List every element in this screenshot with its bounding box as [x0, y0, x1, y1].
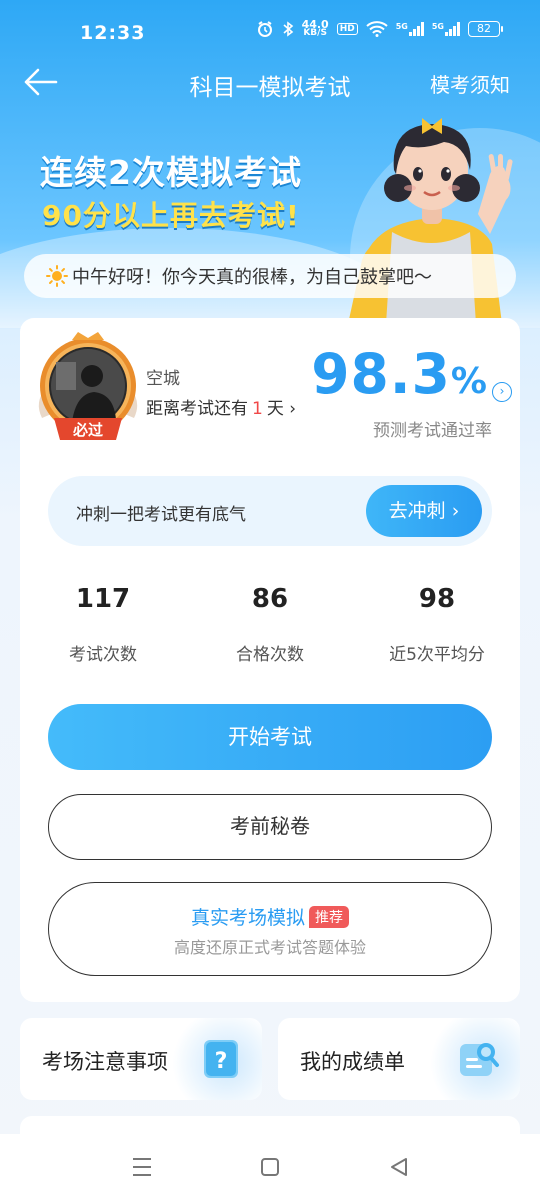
pre-exam-secret-paper-button[interactable]: 考前秘卷 [48, 794, 492, 860]
stats-row: 117 考试次数 86 合格次数 98 近5次平均分 [20, 584, 520, 674]
top-nav: 科目一模拟考试 模考须知 [0, 60, 540, 106]
status-bar: 12:33 44.0 KB/S HD 5G 5G 82 [0, 0, 540, 64]
hero-subheadline: 90分以上再去考试! [42, 199, 300, 232]
sprint-button[interactable]: 去冲刺 › [366, 485, 482, 537]
svg-text:?: ? [215, 1049, 228, 1074]
pass-rate-value[interactable]: 98.3% [311, 342, 488, 406]
bluetooth-icon [283, 21, 293, 37]
hero-headline: 连续2次模拟考试 [40, 153, 302, 192]
exam-notes-label: 考场注意事项 [42, 1050, 168, 1074]
recommend-tag: 推荐 [309, 905, 349, 928]
hd-icon: HD [336, 23, 358, 35]
user-name: 空城 [146, 369, 180, 389]
pass-badge-text: 必过 [72, 421, 103, 439]
pass-rate-label: 预测考试通过率 [373, 421, 492, 441]
signal-icon-1: 5G [396, 22, 424, 36]
my-report-label: 我的成绩单 [300, 1050, 405, 1074]
greeting-text: 中午好呀！你今天真的很棒，为自己鼓掌吧～ [72, 267, 432, 288]
pass-rate-info-icon[interactable]: › [492, 382, 512, 402]
sprint-text: 冲刺一把考试更有底气 [76, 505, 246, 525]
real-exam-simulation-button[interactable]: 真实考场模拟 推荐 高度还原正式考试答题体验 [48, 882, 492, 976]
real-exam-title: 真实考场模拟 [190, 907, 305, 929]
real-exam-subtitle: 高度还原正式考试答题体验 [173, 938, 366, 957]
sun-icon [46, 265, 68, 287]
back-triangle-icon[interactable] [388, 1156, 410, 1178]
home-square-icon[interactable] [260, 1156, 280, 1178]
avatar[interactable]: 必过 [32, 332, 144, 448]
wifi-icon [366, 21, 388, 37]
exam-summary-card: 必过 空城 距离考试还有 1 天 › 98.3% › 预测考试通过率 冲刺一把考试更… [20, 318, 520, 1002]
exam-notice-link[interactable]: 模考须知 [430, 69, 510, 98]
battery-icon: 82 [468, 21, 503, 37]
status-time: 12:33 [80, 22, 146, 44]
start-exam-button[interactable]: 开始考试 [48, 704, 492, 770]
greeting-banner: 中午好呀！你今天真的很棒，为自己鼓掌吧～ [24, 254, 516, 298]
chevron-right-icon: › [289, 399, 297, 419]
exam-countdown-link[interactable]: 距离考试还有 1 天 › [146, 394, 296, 419]
exam-notes-tile[interactable]: 考场注意事项 ? [20, 1018, 262, 1100]
menu-icon[interactable] [132, 1156, 152, 1178]
stat-pass-count: 86 合格次数 [236, 584, 304, 665]
question-icon: ? [204, 1040, 238, 1078]
my-report-tile[interactable]: 我的成绩单 [278, 1018, 520, 1100]
alarm-icon [257, 21, 272, 37]
system-nav-bar [0, 1134, 540, 1200]
report-search-icon [460, 1043, 499, 1076]
signal-icon-2: 5G [432, 22, 460, 36]
stat-recent-average: 98 近5次平均分 [389, 584, 485, 665]
status-icons: 44.0 KB/S HD 5G 5G 82 [256, 18, 503, 38]
net-speed: 44.0 KB/S [301, 18, 329, 38]
stat-exam-count: 117 考试次数 [69, 584, 137, 665]
days-remaining: 1 [252, 399, 263, 419]
sprint-banner: 冲刺一把考试更有底气 去冲刺 › [48, 476, 492, 546]
